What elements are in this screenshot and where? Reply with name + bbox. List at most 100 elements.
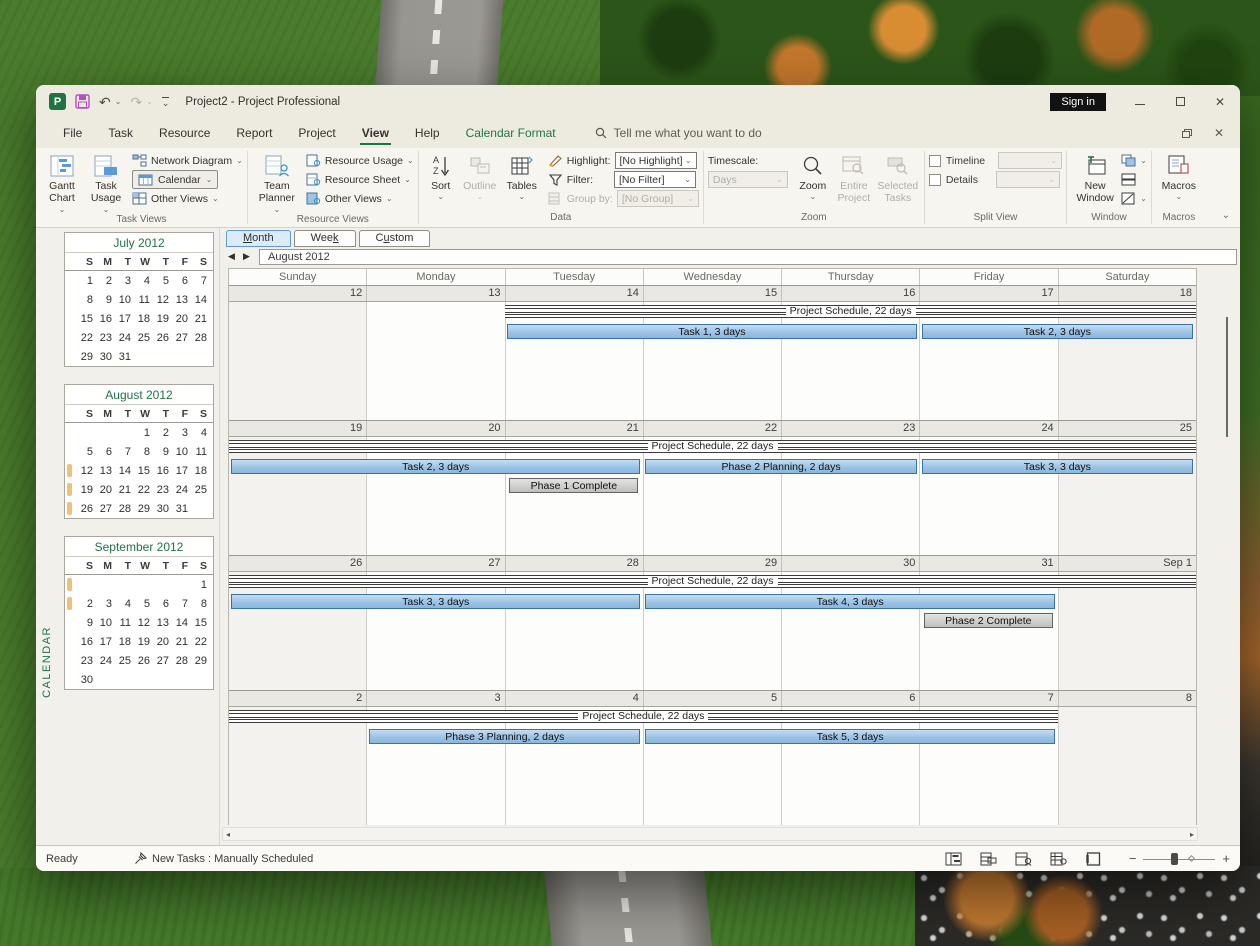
tell-me-search[interactable]: Tell me what you want to do: [595, 118, 762, 148]
mini-calendar-day[interactable]: 20: [97, 484, 116, 496]
date-cell[interactable]: 24: [919, 421, 1057, 436]
date-cell[interactable]: 13: [366, 286, 504, 301]
date-cell[interactable]: 17: [919, 286, 1057, 301]
mini-calendar-day[interactable]: 4: [135, 275, 154, 287]
save-icon[interactable]: [75, 94, 90, 109]
mini-calendar-day[interactable]: 7: [192, 275, 211, 287]
mini-calendar-day[interactable]: 17: [173, 465, 192, 477]
mini-calendar-day[interactable]: 18: [116, 636, 135, 648]
day-cell[interactable]: [919, 302, 1057, 420]
task-usage-view-icon[interactable]: [979, 851, 998, 867]
zoom-slider-thumb[interactable]: [1171, 853, 1178, 865]
project-summary-bar[interactable]: Project Schedule, 22 days: [229, 710, 1058, 723]
mini-calendar-day[interactable]: 28: [192, 332, 211, 344]
day-cell[interactable]: [366, 302, 504, 420]
mini-calendar-day[interactable]: 25: [116, 655, 135, 667]
mini-calendar-day[interactable]: 4: [192, 427, 211, 439]
project-app-icon[interactable]: P: [49, 93, 66, 110]
tab-task[interactable]: Task: [95, 118, 146, 148]
mini-calendar-day[interactable]: 16: [154, 465, 173, 477]
mini-calendar-day[interactable]: 23: [154, 484, 173, 496]
previous-month-button[interactable]: ◀: [224, 249, 239, 264]
scroll-right-icon[interactable]: ▸: [1190, 830, 1194, 839]
filter-dropdown[interactable]: [No Filter]⌄: [614, 171, 696, 188]
milestone-bar[interactable]: Phase 1 Complete: [509, 478, 638, 493]
hide-window-button[interactable]: ⌄: [1121, 189, 1147, 208]
mini-calendar-day[interactable]: 27: [154, 655, 173, 667]
mini-calendar-day[interactable]: 2: [78, 598, 97, 610]
sort-button[interactable]: AZ Sort ⌄: [423, 151, 459, 202]
date-cell[interactable]: 20: [366, 421, 504, 436]
project-summary-bar[interactable]: Project Schedule, 22 days: [505, 305, 1196, 318]
mini-calendar-title[interactable]: August 2012: [65, 385, 213, 405]
gantt-chart-view-icon[interactable]: [944, 851, 963, 867]
task-bar[interactable]: Phase 3 Planning, 2 days: [369, 729, 640, 744]
date-cell[interactable]: 18: [1058, 286, 1196, 301]
tab-project[interactable]: Project: [285, 118, 348, 148]
tab-file[interactable]: File: [50, 118, 95, 148]
mini-calendar-day[interactable]: 3: [116, 275, 135, 287]
date-cell[interactable]: 25: [1058, 421, 1196, 436]
day-cell[interactable]: [366, 707, 504, 825]
mini-calendar-day[interactable]: 14: [192, 294, 211, 306]
vertical-scrollbar-thumb[interactable]: [1226, 317, 1228, 437]
mini-calendar-day[interactable]: 29: [192, 655, 211, 667]
mini-calendar-day[interactable]: 22: [78, 332, 97, 344]
mini-calendar-day[interactable]: 15: [192, 617, 211, 629]
close-document-icon[interactable]: ✕: [1214, 126, 1224, 140]
day-cell[interactable]: [229, 707, 366, 825]
mini-calendar-day[interactable]: 26: [78, 503, 97, 515]
mini-calendar-day[interactable]: 29: [135, 503, 154, 515]
date-cell[interactable]: 30: [781, 556, 919, 571]
arrange-all-button[interactable]: [1121, 170, 1147, 189]
switch-windows-button[interactable]: ⌄: [1121, 151, 1147, 170]
mini-calendar-day[interactable]: 2: [154, 427, 173, 439]
mini-calendar-day[interactable]: 27: [173, 332, 192, 344]
customize-qat-icon[interactable]: ⌄: [162, 97, 170, 107]
day-cell[interactable]: [919, 572, 1057, 690]
task-bar[interactable]: Task 4, 3 days: [645, 594, 1054, 609]
task-bar[interactable]: Task 3, 3 days: [922, 459, 1193, 474]
mini-calendar-day[interactable]: 5: [154, 275, 173, 287]
date-cell[interactable]: 22: [643, 421, 781, 436]
zoom-button[interactable]: Zoom ⌄: [794, 151, 832, 202]
mini-calendar-day[interactable]: 19: [154, 313, 173, 325]
timeline-checkbox[interactable]: [929, 155, 941, 167]
mini-calendar-day[interactable]: 23: [97, 332, 116, 344]
gantt-chart-button[interactable]: Gantt Chart ⌄: [40, 151, 84, 214]
project-summary-bar[interactable]: Project Schedule, 22 days: [229, 575, 1196, 588]
mini-calendar-day[interactable]: 10: [173, 446, 192, 458]
mini-calendar-day[interactable]: 14: [173, 617, 192, 629]
mini-calendar-day[interactable]: 18: [135, 313, 154, 325]
mini-calendar-day[interactable]: 10: [97, 617, 116, 629]
mini-calendar-day[interactable]: 17: [97, 636, 116, 648]
day-cell[interactable]: [781, 437, 919, 555]
macros-button[interactable]: Macros ⌄: [1156, 151, 1202, 202]
date-cell[interactable]: 29: [643, 556, 781, 571]
minimize-button[interactable]: [1120, 85, 1160, 118]
task-bar[interactable]: Phase 2 Planning, 2 days: [645, 459, 916, 474]
day-cell[interactable]: [505, 572, 643, 690]
undo-dropdown-icon[interactable]: ⌄: [115, 97, 122, 106]
mini-calendar-day[interactable]: 10: [116, 294, 135, 306]
day-cell[interactable]: [505, 437, 643, 555]
mini-calendar-day[interactable]: 5: [135, 598, 154, 610]
zoom-slider-track[interactable]: [1143, 852, 1215, 866]
date-cell[interactable]: 4: [505, 691, 643, 706]
mini-calendar-day[interactable]: 4: [116, 598, 135, 610]
date-cell[interactable]: 27: [366, 556, 504, 571]
mini-calendar-day[interactable]: 28: [173, 655, 192, 667]
mini-calendar-day[interactable]: 30: [97, 351, 116, 363]
mini-calendar-day[interactable]: 15: [135, 465, 154, 477]
date-cell[interactable]: 14: [505, 286, 643, 301]
mini-calendar-day[interactable]: 13: [173, 294, 192, 306]
mini-calendar-day[interactable]: 3: [97, 598, 116, 610]
milestone-bar[interactable]: Phase 2 Complete: [924, 613, 1053, 628]
horizontal-scrollbar[interactable]: ◂ ▸: [222, 827, 1198, 841]
mini-calendar-day[interactable]: 7: [173, 598, 192, 610]
day-cell[interactable]: [781, 302, 919, 420]
day-cell[interactable]: [505, 707, 643, 825]
new-window-button[interactable]: New Window: [1071, 151, 1119, 205]
mini-calendar-day[interactable]: 12: [154, 294, 173, 306]
mini-calendar-day[interactable]: 17: [116, 313, 135, 325]
